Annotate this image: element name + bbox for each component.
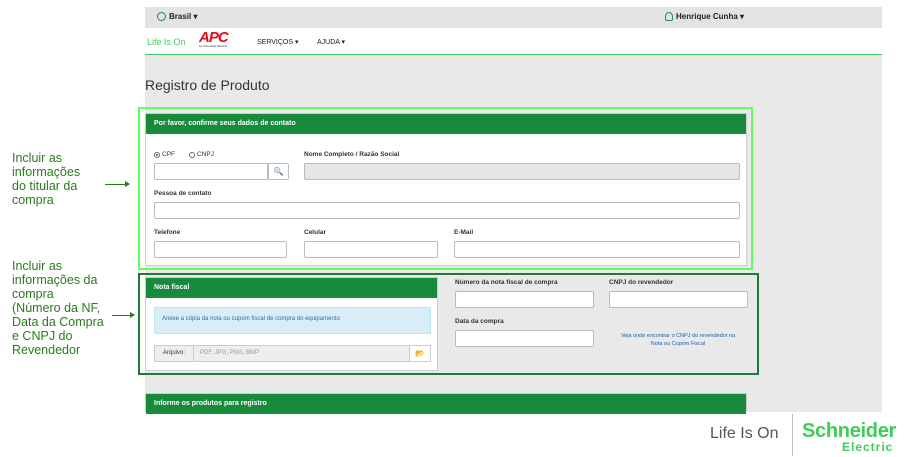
nav-help[interactable]: AJUDA ▾ — [317, 38, 345, 46]
annotation-contact: Incluir as informações do titular da com… — [12, 151, 80, 207]
top-bar: Brasil ▾ Henrique Cunha ▾ — [145, 7, 882, 28]
annotation-invoice: Incluir as informações da compra (Número… — [12, 259, 104, 357]
user-name: Henrique Cunha ▾ — [676, 12, 745, 21]
file-placeholder[interactable]: PDF, JPG, PNG, BMP — [194, 345, 409, 362]
radio-cpf[interactable]: CPF — [154, 151, 175, 158]
reseller-cnpj-label: CNPJ do revendedor — [609, 279, 674, 286]
invoice-number-input[interactable] — [455, 291, 594, 308]
invoice-number-label: Número da nota fiscal de compra — [455, 279, 558, 286]
search-button[interactable]: 🔍 — [268, 163, 289, 180]
folder-icon: 📂 — [415, 349, 425, 358]
annotation-line: Incluir as — [12, 259, 63, 273]
radio-selected-icon — [154, 151, 160, 158]
life-is-on-logo[interactable]: Life Is On — [147, 37, 186, 47]
annotation-line: compra — [12, 193, 54, 207]
language-label: Brasil ▾ — [169, 12, 198, 21]
user-menu[interactable]: Henrique Cunha ▾ — [665, 12, 744, 21]
contact-panel: Por favor, confirme seus dados de contat… — [145, 113, 747, 266]
reseller-cnpj-input[interactable] — [609, 291, 748, 308]
file-upload[interactable]: Arquivo: PDF, JPG, PNG, BMP 📂 — [154, 345, 431, 362]
radio-unselected-icon — [189, 151, 195, 158]
radio-cnpj[interactable]: CNPJ — [189, 151, 214, 158]
purchase-date-input[interactable] — [455, 330, 594, 347]
main-navbar: Life Is On APC by Schneider Electric SER… — [145, 28, 882, 55]
apc-logo-subtext: by Schneider Electric — [199, 44, 228, 48]
invoice-info-alert: Anexe a cópia da nota ou cupom fiscal de… — [154, 307, 431, 334]
user-icon — [665, 12, 673, 21]
footer-divider — [792, 414, 793, 456]
radio-cnpj-label: CNPJ — [197, 151, 214, 158]
annotation-line: do titular da — [12, 179, 78, 193]
annotation-arrow — [112, 312, 135, 318]
phone-input[interactable] — [154, 241, 287, 258]
footer-life-is-on: Life Is On — [710, 425, 779, 442]
email-label: E-Mail — [454, 229, 474, 236]
annotation-line: compra — [12, 287, 54, 301]
mobile-label: Celular — [304, 229, 327, 236]
document-input[interactable] — [154, 163, 268, 180]
contact-label: Pessoa de contato — [154, 190, 212, 197]
apc-logo[interactable]: APC by Schneider Electric — [199, 29, 241, 51]
language-selector[interactable]: Brasil ▾ — [157, 12, 197, 21]
name-input[interactable] — [304, 163, 740, 180]
purchase-date-label: Data da compra — [455, 318, 504, 325]
invoice-panel: Nota fiscal Anexe a cópia da nota ou cup… — [145, 277, 438, 371]
email-input[interactable] — [454, 241, 740, 258]
annotation-line: Revendedor — [12, 343, 81, 357]
annotation-line: Incluir as — [12, 151, 63, 165]
annotation-line: informações da — [12, 273, 98, 287]
radio-cpf-label: CPF — [162, 151, 175, 158]
annotation-line: e CNPJ do — [12, 329, 73, 343]
browser-viewport: Brasil ▾ Henrique Cunha ▾ Life Is On APC… — [138, 7, 882, 414]
invoice-panel-header: Nota fiscal — [146, 278, 437, 298]
products-panel: Informe os produtos para registro — [145, 393, 747, 414]
apc-logo-text: APC — [199, 29, 229, 46]
annotation-line: informações — [12, 165, 81, 179]
reseller-help-link[interactable]: Veja onde encontrar o CNPJ do revendedor… — [615, 332, 741, 348]
name-label: Nome Completo / Razão Social — [304, 151, 400, 158]
mobile-input[interactable] — [304, 241, 438, 258]
annotation-line: (Número da NF, — [12, 301, 101, 315]
products-panel-header: Informe os produtos para registro — [146, 394, 746, 414]
contact-input[interactable] — [154, 202, 740, 219]
page-title: Registro de Produto — [145, 77, 270, 93]
search-icon: 🔍 — [273, 167, 284, 176]
annotation-line: Data da Compra — [12, 315, 104, 329]
globe-icon — [157, 12, 166, 21]
file-label: Arquivo: — [154, 345, 194, 362]
contact-panel-header: Por favor, confirme seus dados de contat… — [146, 114, 746, 134]
phone-label: Telefone — [154, 229, 181, 236]
footer-electric-text: Electric — [842, 440, 894, 454]
nav-services[interactable]: SERVIÇOS ▾ — [257, 38, 299, 46]
browse-button[interactable]: 📂 — [409, 345, 431, 362]
annotation-arrow — [105, 181, 130, 187]
